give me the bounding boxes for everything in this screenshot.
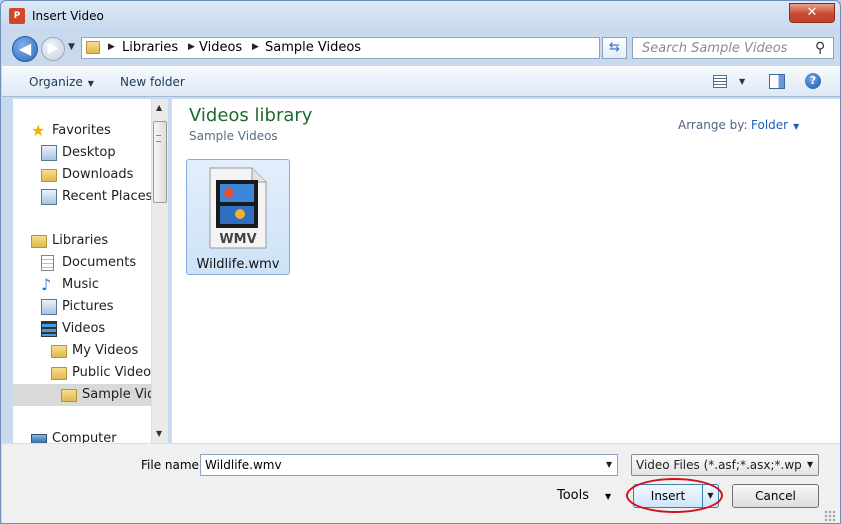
- cancel-button[interactable]: Cancel: [732, 484, 819, 508]
- address-bar[interactable]: ▶ Libraries ▶ Videos ▶ Sample Videos ▼: [81, 37, 673, 59]
- dialog-footer: File name: Wildlife.wmv ▼ Video Files (*…: [2, 443, 840, 523]
- back-button[interactable]: ◀: [12, 36, 38, 62]
- chevron-right-icon[interactable]: ▶: [252, 42, 259, 52]
- window-title: Insert Video: [32, 9, 104, 23]
- file-name-label: Wildlife.wmv: [196, 257, 280, 272]
- sidebar-item-favorites[interactable]: ★ Favorites: [31, 120, 163, 142]
- file-item[interactable]: WMV Wildlife.wmv: [186, 159, 290, 275]
- breadcrumb-videos[interactable]: Videos: [199, 40, 242, 55]
- folder-icon: [61, 389, 77, 402]
- sidebar-item-music[interactable]: ♪ Music: [41, 274, 163, 296]
- change-view-icon[interactable]: [713, 75, 727, 88]
- videos-icon: [41, 321, 57, 337]
- sidebar-item-libraries[interactable]: Libraries: [31, 230, 163, 252]
- chevron-down-icon[interactable]: ▼: [606, 460, 612, 469]
- sidebar-item-sample-videos[interactable]: Sample Videos: [13, 384, 168, 406]
- file-type-select[interactable]: Video Files (*.asf;*.asx;*.wpl;*.wm ▼: [631, 454, 819, 476]
- desktop-icon: [41, 145, 57, 161]
- sidebar-item-label: Pictures: [62, 299, 114, 314]
- sidebar-item-label: Videos: [62, 321, 106, 336]
- scrollbar-thumb[interactable]: [153, 121, 167, 203]
- wmv-file-icon: WMV: [209, 167, 267, 249]
- refresh-button[interactable]: ⇆: [602, 37, 627, 59]
- sidebar-item-recent-places[interactable]: Recent Places: [41, 186, 163, 208]
- new-folder-button[interactable]: New folder: [120, 75, 185, 89]
- sidebar-item-label: Public Videos: [72, 365, 158, 380]
- library-subtitle: Sample Videos: [189, 129, 278, 143]
- folder-icon: [41, 169, 57, 182]
- libraries-icon: [31, 235, 47, 248]
- organize-button[interactable]: Organize ▼: [29, 75, 94, 89]
- sidebar-item-label: Computer: [52, 431, 117, 443]
- sidebar-item-label: Desktop: [62, 145, 116, 160]
- computer-icon: [31, 434, 47, 443]
- sidebar-item-label: Libraries: [52, 233, 109, 248]
- close-button[interactable]: ✕: [789, 3, 835, 23]
- file-list-pane[interactable]: Videos library Sample Videos Arrange by:…: [171, 99, 840, 443]
- chevron-right-icon[interactable]: ▶: [108, 42, 115, 52]
- chevron-down-icon: ▼: [87, 79, 94, 88]
- resize-grip[interactable]: [824, 510, 836, 522]
- sidebar-item-documents[interactable]: Documents: [41, 252, 163, 274]
- insert-options-dropdown[interactable]: ▼: [703, 484, 719, 508]
- arrange-by-value: Folder: [751, 118, 789, 132]
- file-name-value: Wildlife.wmv: [205, 458, 282, 472]
- sidebar-item-my-videos[interactable]: My Videos: [51, 340, 163, 362]
- sidebar-item-label: My Videos: [72, 343, 139, 358]
- chevron-down-icon[interactable]: ▼: [739, 77, 745, 86]
- file-type-value: Video Files (*.asf;*.asx;*.wpl;*.wm: [636, 458, 801, 472]
- documents-icon: [41, 255, 54, 271]
- search-input[interactable]: Search Sample Videos ⚲: [632, 37, 834, 59]
- sidebar-item-pictures[interactable]: Pictures: [41, 296, 163, 318]
- chevron-down-icon: ▼: [807, 460, 814, 469]
- organize-label: Organize: [29, 75, 83, 89]
- sidebar-item-label: Music: [62, 277, 99, 292]
- search-placeholder: Search Sample Videos: [642, 41, 788, 56]
- scroll-down-icon[interactable]: ▼: [156, 429, 162, 438]
- folder-icon: [86, 41, 100, 54]
- sidebar-item-label: Documents: [62, 255, 137, 270]
- grip-icon: [156, 135, 161, 142]
- insert-button[interactable]: Insert: [633, 484, 703, 508]
- command-toolbar: Organize ▼ New folder ▼ ?: [2, 66, 840, 97]
- file-name-label: File name:: [141, 458, 203, 472]
- nav-pane-scrollbar[interactable]: ▲ ▼: [151, 99, 168, 443]
- folder-icon: [51, 345, 67, 358]
- sidebar-item-videos[interactable]: Videos: [41, 318, 163, 340]
- insert-video-dialog: P Insert Video ✕ ◀ ▶ ▼ ▶ Libraries ▶ Vid…: [0, 0, 841, 524]
- arrange-by-label: Arrange by:: [678, 118, 748, 132]
- forward-button[interactable]: ▶: [41, 37, 65, 61]
- sidebar-item-public-videos[interactable]: Public Videos: [51, 362, 163, 384]
- tools-button[interactable]: Tools ▼: [557, 488, 611, 503]
- sidebar-item-label: Recent Places: [62, 189, 153, 204]
- chevron-down-icon: ▼: [605, 492, 612, 501]
- music-icon: ♪: [41, 275, 52, 294]
- star-icon: ★: [31, 121, 46, 140]
- help-icon[interactable]: ?: [805, 73, 821, 89]
- pictures-icon: [41, 299, 57, 315]
- recent-places-icon: [41, 189, 57, 205]
- sidebar-item-computer[interactable]: Computer: [31, 428, 163, 443]
- sidebar-item-label: Favorites: [52, 123, 111, 138]
- tools-label: Tools: [557, 488, 590, 503]
- sidebar-item-desktop[interactable]: Desktop: [41, 142, 163, 164]
- title-bar: P Insert Video ✕: [1, 1, 840, 31]
- chevron-right-icon[interactable]: ▶: [188, 42, 195, 52]
- library-title: Videos library: [189, 105, 313, 126]
- sidebar-item-label: Downloads: [62, 167, 134, 182]
- navigation-pane[interactable]: ★ Favorites Desktop Downloads Recent Plac…: [13, 99, 168, 443]
- powerpoint-icon: P: [9, 8, 25, 24]
- folder-icon: [51, 367, 67, 380]
- breadcrumb-sample-videos[interactable]: Sample Videos: [265, 40, 361, 55]
- arrange-by-dropdown[interactable]: Folder ▼: [751, 118, 799, 132]
- recent-locations-dropdown[interactable]: ▼: [68, 42, 75, 52]
- search-icon[interactable]: ⚲: [815, 40, 825, 56]
- chevron-down-icon: ▼: [793, 122, 800, 131]
- preview-pane-icon[interactable]: [769, 74, 785, 89]
- sidebar-item-downloads[interactable]: Downloads: [41, 164, 163, 186]
- scroll-up-icon[interactable]: ▲: [156, 103, 162, 112]
- wmv-badge: WMV: [219, 232, 256, 247]
- breadcrumb-libraries[interactable]: Libraries: [122, 40, 178, 55]
- file-name-field[interactable]: Wildlife.wmv ▼: [200, 454, 618, 476]
